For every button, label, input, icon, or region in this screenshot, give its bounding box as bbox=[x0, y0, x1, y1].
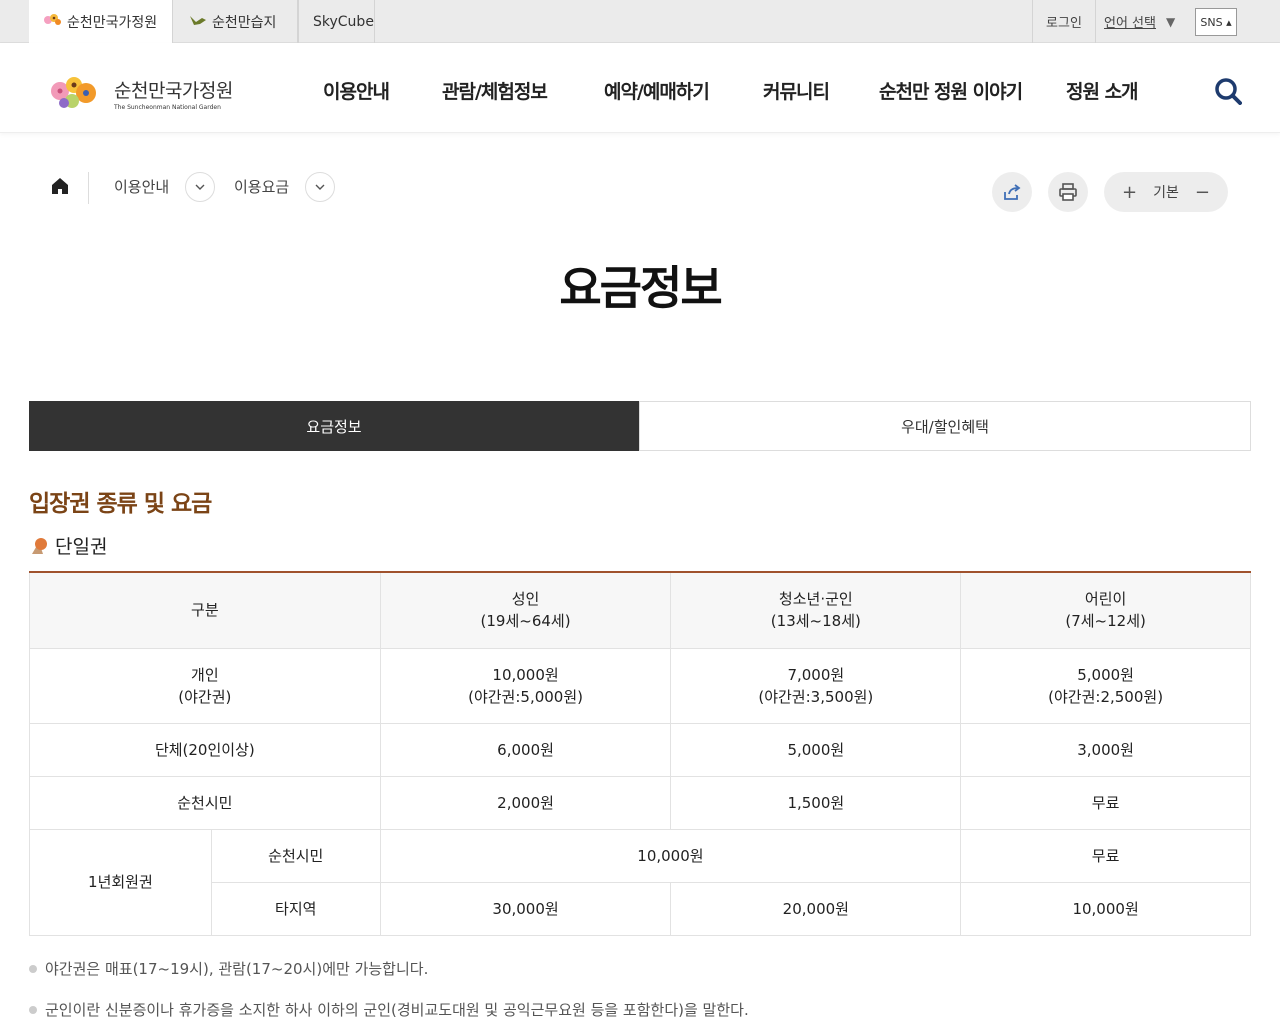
cell-annual-citizen-child: 무료 bbox=[960, 828, 1251, 883]
cell-group-youth: 5,000원 bbox=[670, 722, 962, 777]
breadcrumb-divider bbox=[88, 172, 89, 204]
chevron-down-icon bbox=[195, 184, 205, 190]
cell-group-child: 3,000원 bbox=[960, 722, 1251, 777]
row-label-annual: 1년회원권 bbox=[29, 828, 212, 936]
tab-discount-benefits[interactable]: 우대/할인혜택 bbox=[639, 401, 1251, 451]
share-button[interactable] bbox=[992, 172, 1032, 212]
bullet-dot-icon bbox=[29, 1005, 37, 1014]
fee-table: 구분 성인 (19세~64세) 청소년·군인 (13세~18세) 어린이 (7세~12… bbox=[29, 571, 1251, 936]
site-logo[interactable]: 순천만국가정원 The Suncheonman National Garden bbox=[46, 71, 233, 115]
row-label-group: 단체(20인이상) bbox=[29, 722, 381, 777]
logo-title: 순천만국가정원 bbox=[114, 79, 233, 102]
site-tab-garden-label: 순천만국가정원 bbox=[67, 14, 158, 31]
row-label-citizen: 순천시민 bbox=[29, 775, 381, 830]
cell-group-adult: 6,000원 bbox=[379, 722, 672, 777]
note-night-ticket: 야간권은 매표(17~19시), 관람(17~20시)에만 가능합니다. bbox=[29, 958, 428, 979]
cell-annual-other-child: 10,000원 bbox=[960, 881, 1251, 936]
site-tab-garden[interactable]: 순천만국가정원 bbox=[29, 0, 173, 43]
header-youth: 청소년·군인 (13세~18세) bbox=[670, 571, 962, 649]
nav-garden-intro[interactable]: 정원 소개 bbox=[1066, 77, 1139, 104]
search-icon[interactable] bbox=[1214, 77, 1242, 105]
tab-fee-info[interactable]: 요금정보 bbox=[29, 401, 639, 451]
breadcrumb-level1[interactable]: 이용안내 bbox=[114, 176, 169, 197]
cell-citizen-child: 무료 bbox=[960, 775, 1251, 830]
print-button[interactable] bbox=[1048, 172, 1088, 212]
table-row-group: 단체(20인이상) 6,000원 5,000원 3,000원 bbox=[29, 722, 1251, 777]
site-tab-skycube-label: SkyCube bbox=[313, 13, 374, 30]
nav-reservation[interactable]: 예약/예매하기 bbox=[604, 77, 710, 104]
nav-usage-guide[interactable]: 이용안내 bbox=[323, 77, 390, 104]
cell-annual-other-youth: 20,000원 bbox=[670, 881, 962, 936]
font-zoom-control: + 기본 − bbox=[1104, 172, 1228, 212]
site-tab-wetland-label: 순천만습지 bbox=[212, 14, 277, 31]
cell-citizen-adult: 2,000원 bbox=[379, 775, 672, 830]
cell-individual-adult: 10,000원 (야간권:5,000원) bbox=[379, 647, 672, 724]
note-night-ticket-text: 야간권은 매표(17~19시), 관람(17~20시)에만 가능합니다. bbox=[45, 960, 429, 978]
bullet-dot-icon bbox=[29, 964, 37, 973]
flower-icon bbox=[43, 12, 63, 32]
zoom-in-button[interactable]: + bbox=[1122, 182, 1137, 203]
breadcrumb-level2[interactable]: 이용요금 bbox=[234, 176, 289, 197]
sub-title-label: 단일권 bbox=[55, 536, 108, 558]
leaf-bullet-icon bbox=[29, 536, 49, 556]
nav-garden-story[interactable]: 순천만 정원 이야기 bbox=[879, 77, 1023, 104]
row-label-annual-citizen: 순천시민 bbox=[210, 828, 381, 883]
sub-title: 단일권 bbox=[29, 532, 107, 559]
language-select[interactable]: 언어 선택 bbox=[1104, 0, 1156, 43]
section-title: 입장권 종류 및 요금 bbox=[29, 491, 212, 517]
cell-annual-other-adult: 30,000원 bbox=[379, 881, 672, 936]
zoom-out-button[interactable]: − bbox=[1195, 182, 1210, 203]
note-military: 군인이란 신분증이나 휴가증을 소지한 하사 이하의 군인(경비교도대원 및 공… bbox=[29, 999, 749, 1020]
table-header-row: 구분 성인 (19세~64세) 청소년·군인 (13세~18세) 어린이 (7세~12… bbox=[29, 571, 1251, 649]
chevron-down-icon[interactable]: ▼ bbox=[1166, 0, 1175, 43]
breadcrumb-level2-dropdown[interactable] bbox=[305, 172, 335, 202]
site-tab-wetland[interactable]: 순천만습지 bbox=[174, 0, 298, 43]
zoom-reset-label[interactable]: 기본 bbox=[1153, 182, 1179, 202]
table-row-annual-citizen: 1년회원권 순천시민 10,000원 무료 bbox=[29, 828, 1251, 936]
home-icon[interactable] bbox=[50, 176, 70, 196]
table-row-annual-other: 타지역 30,000원 20,000원 10,000원 bbox=[30, 881, 1251, 936]
chevron-down-icon bbox=[315, 184, 325, 190]
top-utility-bar: 순천만국가정원 순천만습지 SkyCube 로그인 언어 선택 ▼ SNS ▴ bbox=[0, 0, 1280, 43]
table-row-citizen: 순천시민 2,000원 1,500원 무료 bbox=[29, 775, 1251, 830]
logo-subtitle: The Suncheonman National Garden bbox=[114, 103, 221, 111]
nav-visit-experience[interactable]: 관람/체험정보 bbox=[442, 77, 548, 104]
login-link[interactable]: 로그인 bbox=[1032, 0, 1096, 43]
cell-individual-youth: 7,000원 (야간권:3,500원) bbox=[670, 647, 962, 724]
header-category: 구분 bbox=[29, 571, 381, 649]
note-military-text: 군인이란 신분증이나 휴가증을 소지한 하사 이하의 군인(경비교도대원 및 공… bbox=[45, 1001, 749, 1019]
row-label-annual-other: 타지역 bbox=[210, 881, 381, 936]
bird-icon bbox=[188, 12, 208, 32]
breadcrumb-level1-dropdown[interactable] bbox=[185, 172, 215, 202]
header-adult: 성인 (19세~64세) bbox=[379, 571, 672, 649]
print-icon bbox=[1059, 183, 1077, 201]
header-child: 어린이 (7세~12세) bbox=[960, 571, 1251, 649]
site-tab-skycube[interactable]: SkyCube bbox=[298, 0, 375, 43]
cell-individual-child: 5,000원 (야간권:2,500원) bbox=[960, 647, 1251, 724]
share-icon bbox=[1004, 184, 1021, 200]
sns-button[interactable]: SNS ▴ bbox=[1195, 8, 1237, 36]
header: 순천만국가정원 The Suncheonman National Garden … bbox=[0, 43, 1280, 133]
cell-annual-citizen-adult-youth: 10,000원 bbox=[379, 828, 962, 883]
logo-flower-icon bbox=[46, 71, 106, 115]
row-label-individual: 개인 (야간권) bbox=[29, 647, 381, 724]
cell-citizen-youth: 1,500원 bbox=[670, 775, 962, 830]
page-title: 요금정보 bbox=[559, 261, 722, 315]
table-row-individual: 개인 (야간권) 10,000원 (야간권:5,000원) 7,000원 (야간권:3… bbox=[29, 647, 1251, 724]
nav-community[interactable]: 커뮤니티 bbox=[763, 77, 830, 104]
